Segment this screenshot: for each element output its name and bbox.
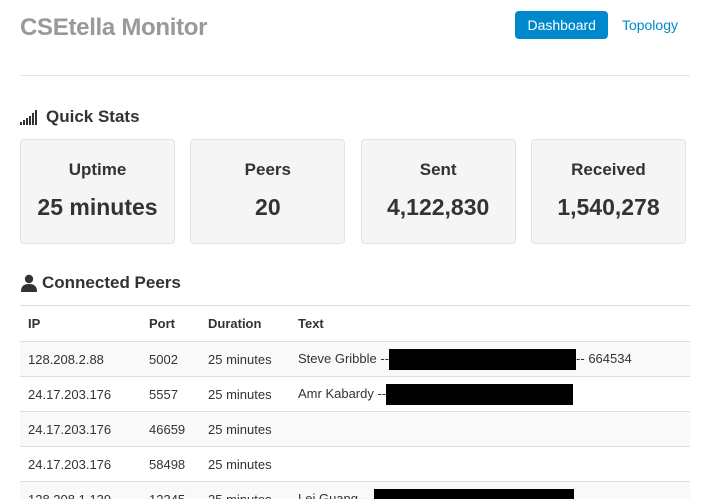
column-header-port[interactable]: Port (141, 305, 200, 342)
nav-topology[interactable]: Topology (610, 11, 690, 39)
table-row: 24.17.203.176 46659 25 minutes (20, 411, 690, 447)
table-row: 24.17.203.176 5557 25 minutes Amr Kabard… (20, 376, 690, 412)
cell-port: 12345 (141, 481, 200, 499)
cell-duration: 25 minutes (200, 376, 290, 412)
redaction-bar (389, 348, 577, 370)
cell-duration: 25 minutes (200, 481, 290, 499)
cell-duration: 25 minutes (200, 341, 290, 377)
cell-port: 5002 (141, 341, 200, 377)
stat-label: Uptime (68, 160, 127, 179)
cell-duration: 25 minutes (200, 446, 290, 482)
stat-value: 1,540,278 (557, 194, 660, 220)
redaction-bar (386, 383, 574, 405)
cell-ip: 128.208.2.88 (20, 341, 141, 377)
stat-card-received: Received 1,540,278 (530, 139, 686, 244)
cell-ip: 24.17.203.176 (20, 446, 141, 482)
column-header-text[interactable]: Text (290, 305, 690, 342)
cell-port: 58498 (141, 446, 200, 482)
redaction-bar (373, 488, 574, 499)
cell-ip: 128.208.1.139 (20, 481, 141, 499)
stat-card-uptime: Uptime 25 minutes (20, 139, 175, 244)
table-row: 128.208.1.139 12345 25 minutes Lei Guang… (20, 481, 690, 499)
cell-ip: 24.17.203.176 (20, 376, 141, 412)
table-row: 24.17.203.176 58498 25 minutes (20, 446, 690, 482)
cell-text: Lei Guang -- (290, 481, 690, 499)
connected-peers-heading: Connected Peers (20, 273, 181, 293)
brand-title[interactable]: CSEtella Monitor (20, 14, 208, 42)
text-prefix: Amr Kabardy -- (298, 385, 387, 401)
quick-stats-heading: Quick Stats (20, 107, 140, 127)
stats-row: Uptime 25 minutes Peers 20 Sent 4,122,83… (20, 139, 686, 244)
stat-value: 20 (255, 194, 281, 220)
stat-card-sent: Sent 4,122,830 (360, 139, 516, 244)
nav-pills: Dashboard Topology (513, 11, 690, 39)
stat-label: Peers (244, 160, 291, 179)
stat-card-peers: Peers 20 (190, 139, 346, 244)
cell-text (290, 411, 690, 447)
peers-table: IP Port Duration Text 128.208.2.88 5002 … (20, 305, 690, 499)
cell-text: Amr Kabardy -- (290, 376, 690, 412)
stat-value: 4,122,830 (386, 194, 490, 220)
cell-text (290, 446, 690, 482)
text-prefix: Lei Guang -- (298, 490, 371, 499)
column-header-ip[interactable]: IP (20, 305, 141, 342)
text-suffix: -- 664534 (576, 350, 632, 366)
table-row: 128.208.2.88 5002 25 minutes Steve Gribb… (20, 341, 690, 377)
cell-port: 5557 (141, 376, 200, 412)
text-prefix: Steve Gribble -- (298, 350, 390, 366)
page-header: CSEtella Monitor Dashboard Topology (20, 0, 690, 76)
cell-port: 46659 (141, 411, 200, 447)
signal-bars-icon (20, 109, 42, 125)
cell-duration: 25 minutes (200, 411, 290, 447)
cell-ip: 24.17.203.176 (20, 411, 141, 447)
stat-label: Received (571, 160, 646, 179)
column-header-duration[interactable]: Duration (200, 305, 290, 342)
stat-value: 25 minutes (37, 194, 158, 220)
nav-dashboard[interactable]: Dashboard (515, 11, 608, 39)
stat-label: Sent (419, 160, 457, 179)
user-icon (20, 274, 38, 292)
quick-stats-title: Quick Stats (46, 107, 140, 126)
cell-text: Steve Gribble -- -- 664534 (290, 341, 690, 377)
connected-peers-title: Connected Peers (42, 273, 181, 292)
table-header-row: IP Port Duration Text (20, 305, 690, 342)
